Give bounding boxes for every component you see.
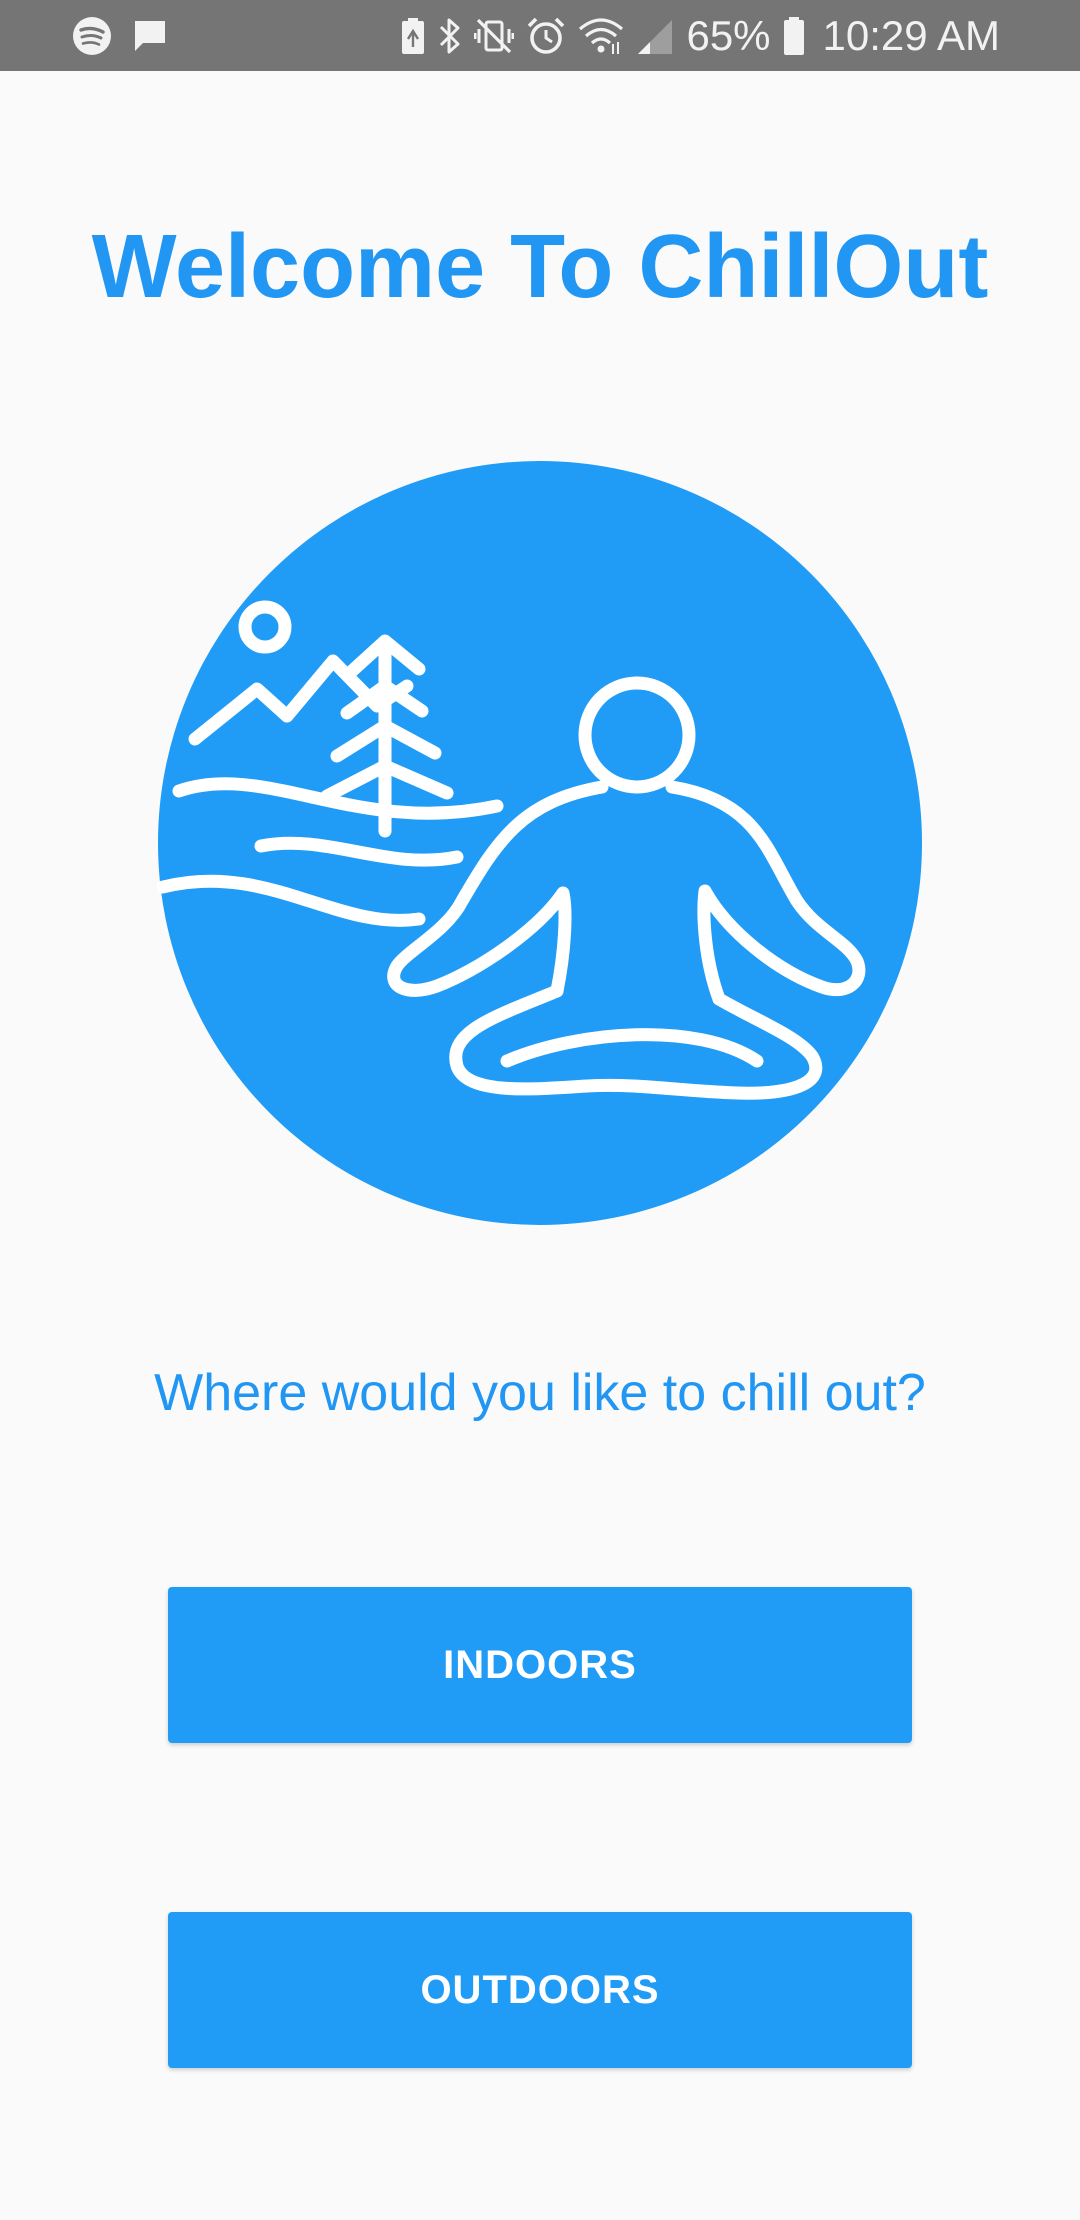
status-left-icons (72, 14, 168, 58)
outdoors-button[interactable]: OUTDOORS (168, 1912, 912, 2068)
vibrate-icon (474, 18, 515, 54)
clock: 10:29 AM (822, 12, 1000, 59)
indoors-button[interactable]: INDOORS (168, 1587, 912, 1743)
status-bar: 65% 10:29 AM (0, 0, 1080, 71)
signal-icon (638, 20, 673, 54)
wifi-icon (579, 18, 624, 54)
spotify-icon (73, 17, 111, 55)
battery-icon (783, 17, 804, 55)
meditation-logo-icon (157, 461, 922, 1225)
message-icon (135, 21, 165, 51)
alarm-icon (528, 17, 565, 54)
chill-question: Where would you like to chill out? (154, 1364, 926, 1422)
battery-percent: 65% (686, 12, 771, 59)
battery-saver-icon (402, 18, 425, 54)
bluetooth-icon (440, 18, 460, 54)
page-title: Welcome To ChillOut (91, 217, 989, 317)
status-right-icons: 65% 10:29 AM (400, 10, 1000, 62)
